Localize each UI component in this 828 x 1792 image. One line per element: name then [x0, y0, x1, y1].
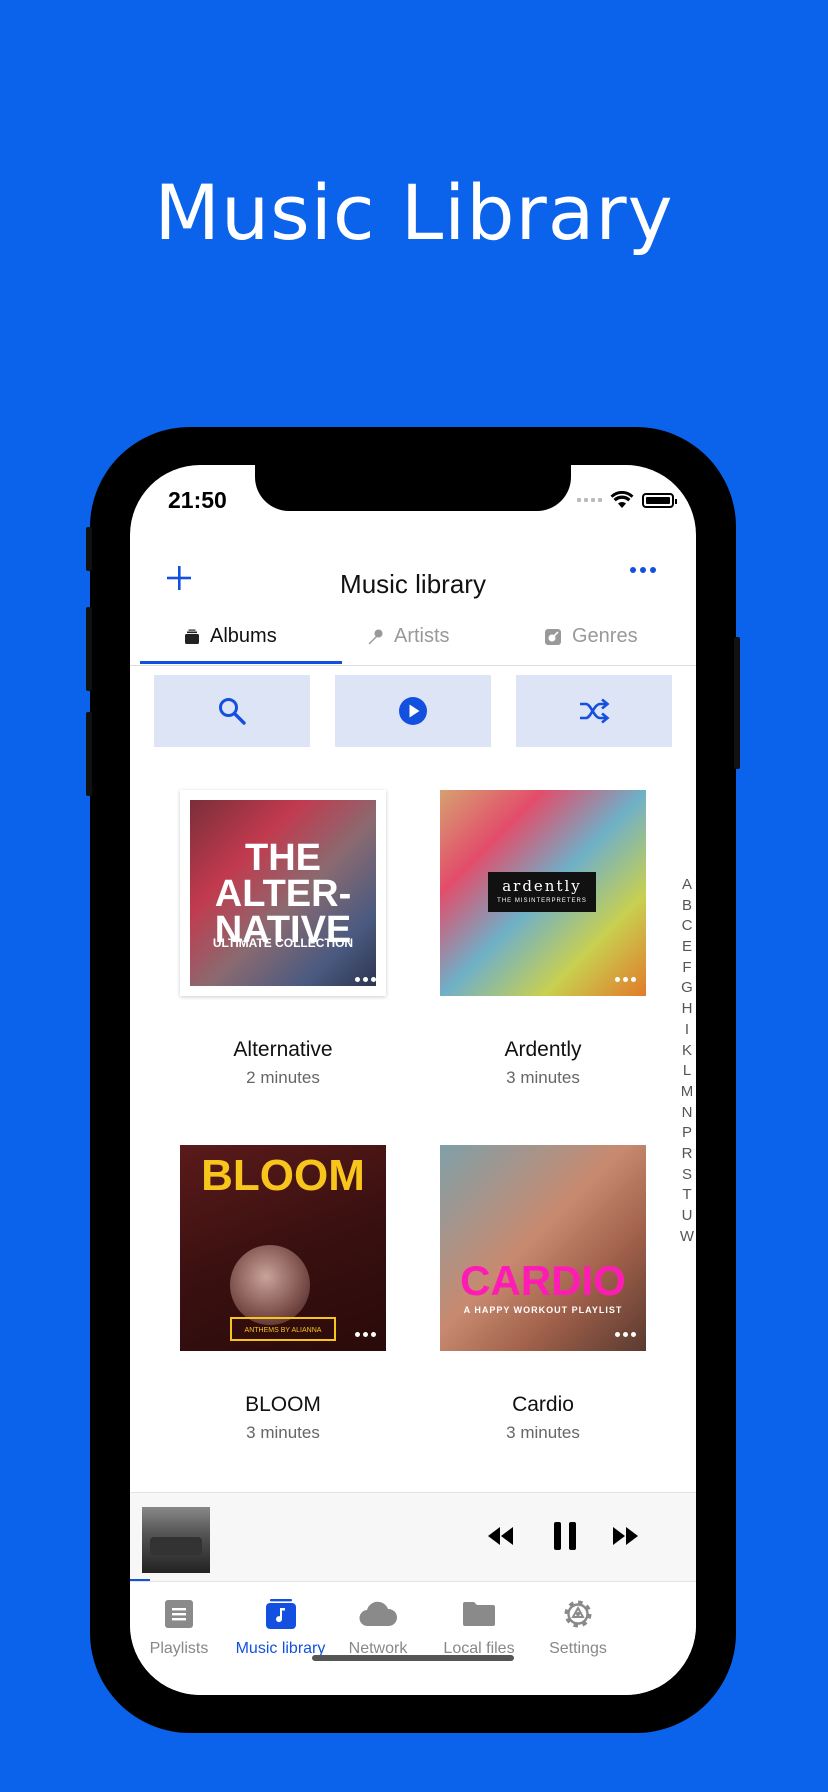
- index-letter[interactable]: E: [682, 937, 692, 958]
- navbar: Music library: [130, 545, 696, 615]
- search-icon: [219, 698, 246, 725]
- cover-subtext: ANTHEMS BY ALIANNA: [230, 1317, 336, 1341]
- album-duration: 3 minutes: [506, 1068, 580, 1087]
- album-options-button[interactable]: [355, 1332, 376, 1337]
- album-title: Alternative: [233, 1038, 333, 1061]
- album-cover[interactable]: BLOOM ANTHEMS BY ALIANNA: [180, 1145, 386, 1351]
- now-playing-artwork[interactable]: [142, 1507, 210, 1573]
- guitar-icon: [545, 628, 561, 645]
- tab-genres[interactable]: Genres: [544, 625, 638, 648]
- index-letter[interactable]: A: [682, 875, 692, 896]
- album-options-button[interactable]: [355, 977, 376, 982]
- app-screen: 21:50 Music library Albums Artists Genre…: [130, 465, 696, 1695]
- microphone-icon: [368, 629, 383, 644]
- tab-albums-label: Albums: [210, 625, 277, 647]
- tab-selection-indicator: [140, 661, 342, 664]
- album-card[interactable]: BLOOM ANTHEMS BY ALIANNA BLOOM 3 minutes: [180, 1145, 386, 1443]
- pause-icon[interactable]: [552, 1521, 578, 1551]
- tab-artists-label: Artists: [394, 625, 450, 647]
- bottom-tab-bar: Playlists Music library Network Local fi…: [130, 1581, 696, 1695]
- alphabet-index[interactable]: A B C E F G H I K L M N P R S T U W: [680, 875, 694, 1247]
- tabbar-music-library[interactable]: Music library: [223, 1594, 338, 1658]
- play-circle-icon: [399, 697, 427, 725]
- index-letter[interactable]: G: [681, 978, 693, 999]
- tabbar-local-files[interactable]: Local files: [424, 1594, 534, 1658]
- tabbar-settings-label: Settings: [549, 1640, 607, 1657]
- battery-icon: [642, 492, 677, 508]
- tab-artists[interactable]: Artists: [366, 625, 450, 648]
- cover-text: BLOOM: [201, 1151, 365, 1200]
- phone-frame: 21:50 Music library Albums Artists Genre…: [86, 427, 740, 1733]
- album-options-button[interactable]: [615, 977, 636, 982]
- tabbar-settings[interactable]: Settings: [523, 1594, 633, 1658]
- folder-icon: [463, 1602, 495, 1626]
- album-cover[interactable]: ardently THE MISINTERPRETERS: [440, 790, 646, 996]
- album-options-button[interactable]: [615, 1332, 636, 1337]
- album-title: Cardio: [512, 1393, 574, 1416]
- music-library-icon: [265, 1599, 296, 1629]
- album-duration: 3 minutes: [506, 1423, 580, 1442]
- index-letter[interactable]: K: [682, 1041, 692, 1062]
- playlist-icon: [165, 1600, 193, 1628]
- index-letter[interactable]: M: [681, 1082, 694, 1103]
- album-card[interactable]: THE ALTER-NATIVE ULTIMATE COLLECTION Alt…: [180, 790, 386, 1088]
- play-all-button[interactable]: [335, 675, 491, 747]
- cover-text: ardently: [502, 877, 582, 895]
- home-indicator: [312, 1655, 514, 1661]
- status-indicators: [577, 491, 677, 509]
- index-letter[interactable]: W: [680, 1227, 694, 1248]
- album-cover[interactable]: CARDIO A HAPPY WORKOUT PLAYLIST: [440, 1145, 646, 1351]
- shuffle-button[interactable]: [516, 675, 672, 747]
- index-letter[interactable]: B: [682, 896, 692, 917]
- index-letter[interactable]: F: [682, 958, 691, 979]
- tab-albums[interactable]: Albums: [184, 625, 277, 648]
- signal-icon: [577, 498, 602, 502]
- cover-subtext: THE MISINTERPRETERS: [497, 898, 587, 904]
- gear-icon: [564, 1600, 592, 1628]
- album-duration: 3 minutes: [246, 1423, 320, 1442]
- cover-text: THE ALTER-NATIVE: [214, 837, 352, 951]
- cloud-icon: [359, 1601, 398, 1627]
- previous-icon[interactable]: [486, 1525, 516, 1547]
- shuffle-icon: [580, 698, 610, 724]
- albums-icon: [185, 629, 199, 644]
- promo-title: Music Library: [154, 168, 674, 257]
- cover-subtext: A HAPPY WORKOUT PLAYLIST: [463, 1305, 623, 1315]
- index-letter[interactable]: R: [682, 1144, 693, 1165]
- cover-subtext: ULTIMATE COLLECTION: [212, 936, 354, 950]
- wifi-icon: [610, 491, 634, 508]
- index-letter[interactable]: I: [685, 1020, 689, 1041]
- album-duration: 2 minutes: [246, 1068, 320, 1087]
- search-button[interactable]: [154, 675, 310, 747]
- tabbar-network[interactable]: Network: [323, 1594, 433, 1658]
- album-card[interactable]: CARDIO A HAPPY WORKOUT PLAYLIST Cardio 3…: [440, 1145, 646, 1443]
- album-card[interactable]: ardently THE MISINTERPRETERS Ardently 3 …: [440, 790, 646, 1088]
- page-title: Music library: [340, 569, 486, 599]
- segment-tabs: Albums Artists Genres: [130, 615, 696, 666]
- tabbar-playlists[interactable]: Playlists: [130, 1594, 234, 1658]
- index-letter[interactable]: L: [683, 1061, 691, 1082]
- album-title: BLOOM: [245, 1393, 321, 1416]
- index-letter[interactable]: C: [682, 916, 693, 937]
- index-letter[interactable]: U: [682, 1206, 693, 1227]
- mini-player[interactable]: [130, 1492, 696, 1582]
- album-cover[interactable]: THE ALTER-NATIVE ULTIMATE COLLECTION: [180, 790, 386, 996]
- album-title: Ardently: [504, 1038, 582, 1061]
- index-letter[interactable]: T: [682, 1185, 691, 1206]
- index-letter[interactable]: H: [682, 999, 693, 1020]
- notch: [255, 465, 571, 511]
- tab-genres-label: Genres: [572, 625, 638, 647]
- status-time: 21:50: [168, 487, 227, 513]
- cover-text: CARDIO: [460, 1257, 626, 1304]
- index-letter[interactable]: S: [682, 1165, 692, 1186]
- next-icon[interactable]: [610, 1525, 640, 1547]
- tabbar-playlists-label: Playlists: [149, 1640, 209, 1657]
- index-letter[interactable]: P: [682, 1123, 692, 1144]
- index-letter[interactable]: N: [682, 1103, 693, 1124]
- more-button[interactable]: [630, 567, 656, 573]
